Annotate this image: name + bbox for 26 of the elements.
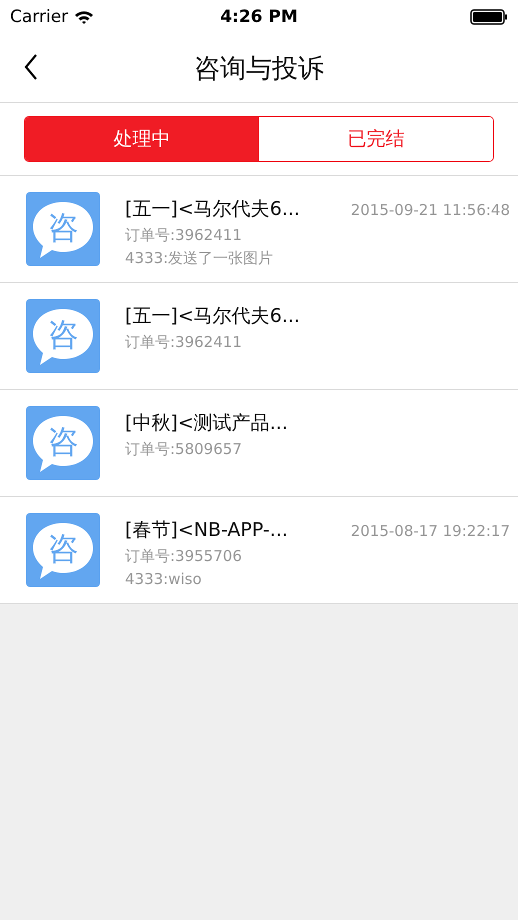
item-title: [五一]<马尔代夫6... xyxy=(125,197,300,222)
order-number: 订单号:3962411 xyxy=(125,333,243,352)
chat-bubble-icon: 咨 xyxy=(26,513,100,587)
consultation-row[interactable]: 咨 [中秋]<测试产品... 订单号:5809657 xyxy=(0,390,518,497)
item-title: [中秋]<测试产品... xyxy=(125,411,288,436)
consultation-row[interactable]: 咨 [春节]<NB-APP-... 2015-08-17 19:22:17 订单号:3955706 4333:wiso xyxy=(0,497,518,604)
item-title: [春节]<NB-APP-... xyxy=(125,518,288,543)
consultation-row[interactable]: 咨 [五一]<马尔代夫6... 2015-09-21 11:56:48 订单号:3962411 4333:发送了一张图片 xyxy=(0,176,518,283)
chat-bubble-icon: 咨 xyxy=(26,192,100,266)
chat-bubble-icon: 咨 xyxy=(26,406,100,480)
last-message: 4333:发送了一张图片 xyxy=(125,249,274,268)
item-time: 2015-09-21 11:56:48 xyxy=(350,201,510,219)
last-message: 4333:wiso xyxy=(125,570,203,588)
carrier-label: Carrier xyxy=(10,7,68,27)
segment-tab[interactable]: 处理中 xyxy=(25,117,259,161)
order-number: 订单号:3962411 xyxy=(125,226,243,245)
page-title: 咨询与投诉 xyxy=(194,52,324,86)
order-number: 订单号:5809657 xyxy=(125,440,243,459)
order-number: 订单号:3955706 xyxy=(125,547,243,566)
chat-bubble-icon: 咨 xyxy=(26,299,100,373)
wifi-icon xyxy=(74,10,94,24)
consultation-row[interactable]: 咨 [五一]<马尔代夫6... 订单号:3962411 xyxy=(0,283,518,390)
item-title: [五一]<马尔代夫6... xyxy=(125,304,300,329)
item-time: 2015-08-17 19:22:17 xyxy=(350,522,510,540)
clock-time: 4:26 PM xyxy=(220,7,298,27)
battery-icon xyxy=(470,9,508,25)
